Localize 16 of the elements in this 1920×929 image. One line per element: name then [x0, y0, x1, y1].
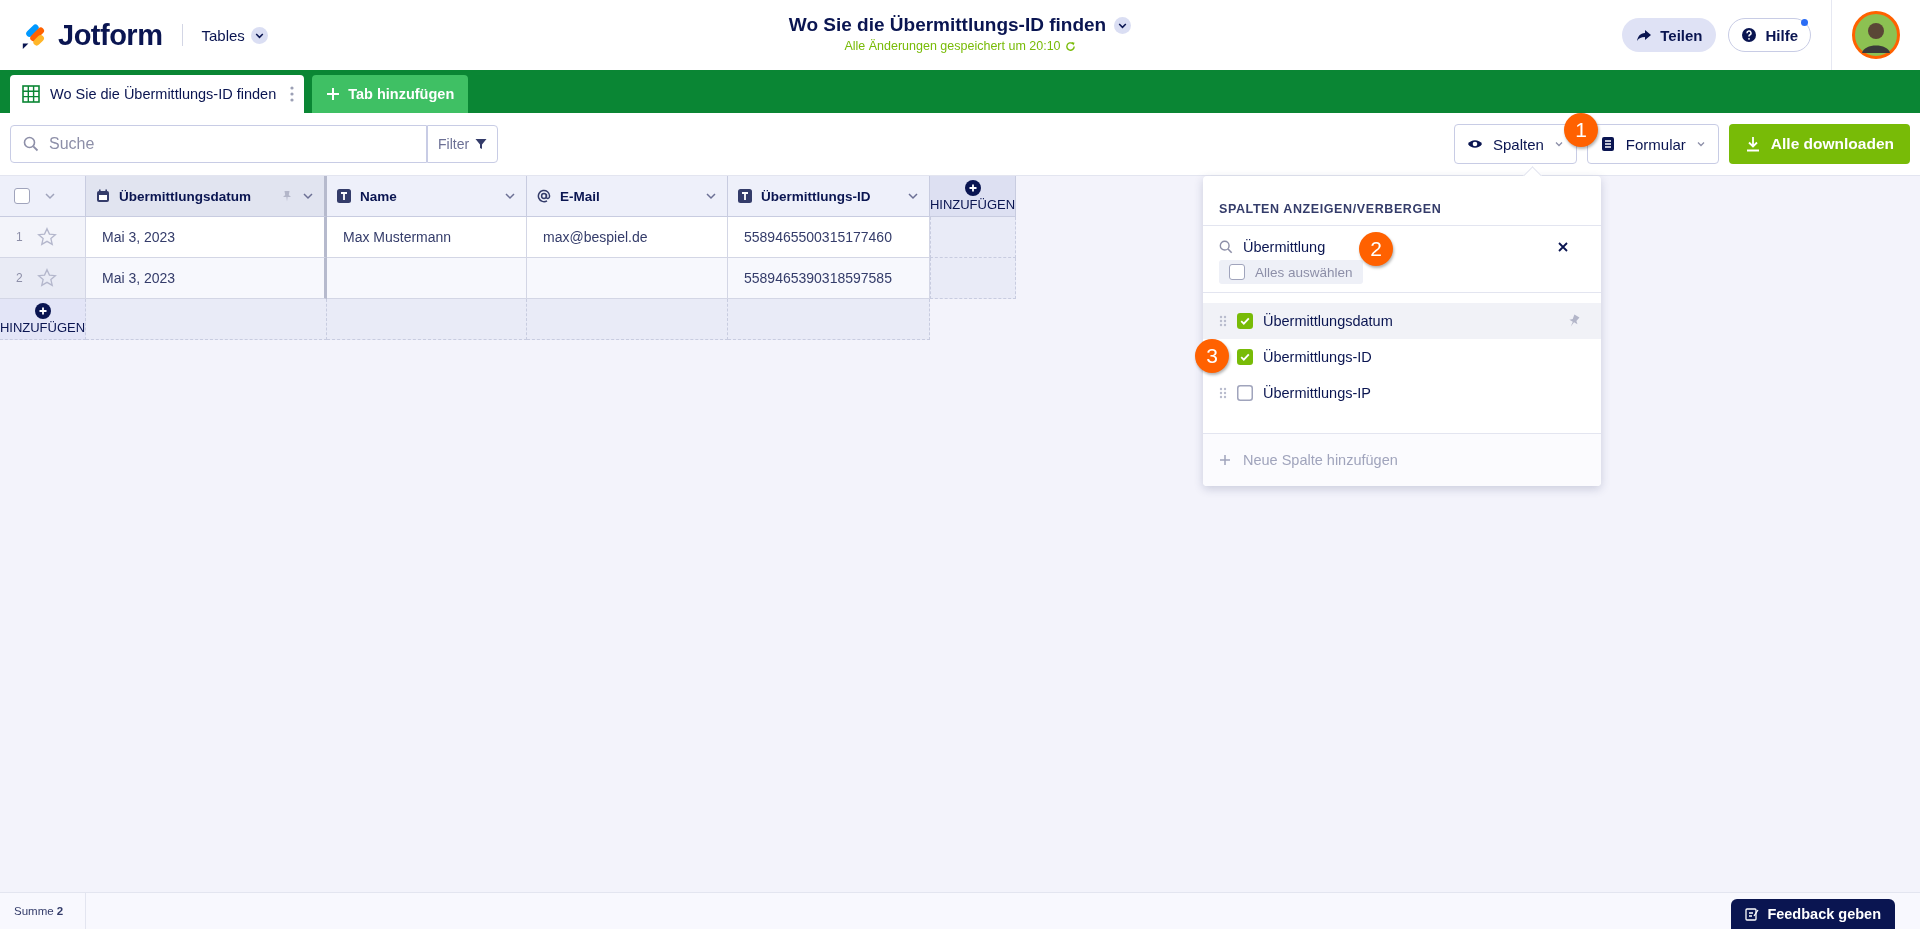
table-cell: Mai 3, 2023: [86, 217, 327, 258]
row-number: 2: [16, 271, 23, 285]
row-count: Summe 2: [14, 905, 64, 917]
table-title: Wo Sie die Übermittlungs-ID finden: [788, 14, 1107, 36]
table-cell: max@bespiel.de: [527, 217, 728, 258]
table-cell: Max Mustermann: [327, 217, 527, 258]
save-status: Alle Änderungen gespeichert um 20:10: [844, 39, 1061, 53]
table-cell: Mai 3, 2023: [86, 258, 327, 299]
menu-title: SPALTEN ANZEIGEN/VERBERGEN: [1203, 176, 1601, 226]
row-number: 1: [16, 230, 23, 244]
logo-text: Jotform: [58, 18, 163, 52]
step-tooltip: 2: [1359, 232, 1393, 266]
table-cell: 5589465500315177460: [728, 217, 930, 258]
table-cell: 5589465390318597585: [728, 258, 930, 299]
step-tooltip: 3: [1195, 339, 1229, 373]
step-tooltip: 1: [1564, 113, 1598, 147]
